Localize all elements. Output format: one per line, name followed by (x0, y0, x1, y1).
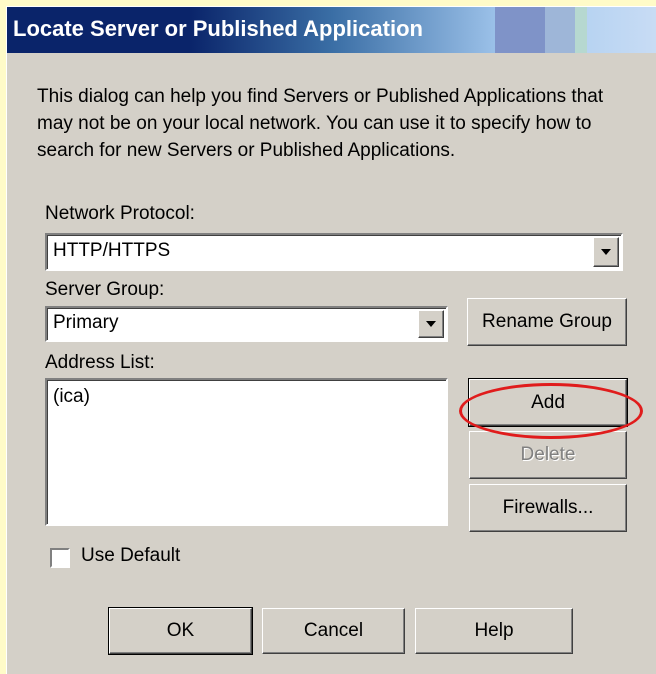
list-item[interactable]: (ica) (53, 386, 90, 408)
add-button[interactable]: Add (468, 378, 628, 427)
locate-server-dialog: Locate Server or Published Application T… (6, 6, 656, 674)
title-bar-shade (495, 7, 545, 53)
help-button[interactable]: Help (415, 608, 573, 654)
add-button-label: Add (531, 391, 565, 413)
title-bar-shade (575, 7, 587, 53)
server-group-dropdown-button[interactable] (418, 310, 444, 338)
dialog-description: This dialog can help you find Servers or… (37, 86, 604, 161)
ok-button[interactable]: OK (108, 607, 253, 655)
use-default-label[interactable]: Use Default (81, 545, 180, 567)
chevron-down-icon (601, 249, 611, 255)
network-protocol-dropdown-button[interactable] (593, 237, 619, 267)
address-list[interactable]: (ica) (45, 378, 448, 526)
use-default-checkbox[interactable] (50, 548, 70, 568)
network-protocol-value: HTTP/HTTPS (53, 240, 171, 261)
chevron-down-icon (426, 321, 436, 327)
rename-group-button-label: Rename Group (482, 311, 612, 332)
server-group-value: Primary (53, 312, 119, 333)
firewalls-button-label: Firewalls... (502, 497, 594, 518)
network-protocol-dropdown[interactable]: HTTP/HTTPS (45, 233, 623, 271)
ok-button-label: OK (166, 620, 195, 641)
address-list-label-text: Address List: (45, 352, 155, 373)
server-group-dropdown[interactable]: Primary (45, 306, 448, 342)
rename-group-button[interactable]: Rename Group (467, 298, 627, 346)
window-title: Locate Server or Published Application (13, 16, 423, 41)
network-protocol-label: Network Protocol: (45, 203, 195, 225)
server-group-label: Server Group: (45, 279, 164, 301)
address-list-label: Address List: (45, 352, 155, 374)
title-bar[interactable]: Locate Server or Published Application (7, 7, 656, 53)
cancel-button[interactable]: Cancel (262, 608, 405, 654)
title-bar-shade (545, 7, 575, 53)
cancel-button-label: Cancel (303, 620, 364, 641)
network-protocol-label-text: Network Protocol: (45, 203, 195, 224)
server-group-label-text: Server Group: (45, 279, 165, 300)
delete-button[interactable]: Delete (469, 431, 627, 479)
firewalls-button[interactable]: Firewalls... (469, 484, 627, 532)
delete-button-label: Delete (520, 444, 576, 465)
help-button-label: Help (474, 620, 514, 641)
use-default-label-text: Use Default (81, 545, 181, 566)
